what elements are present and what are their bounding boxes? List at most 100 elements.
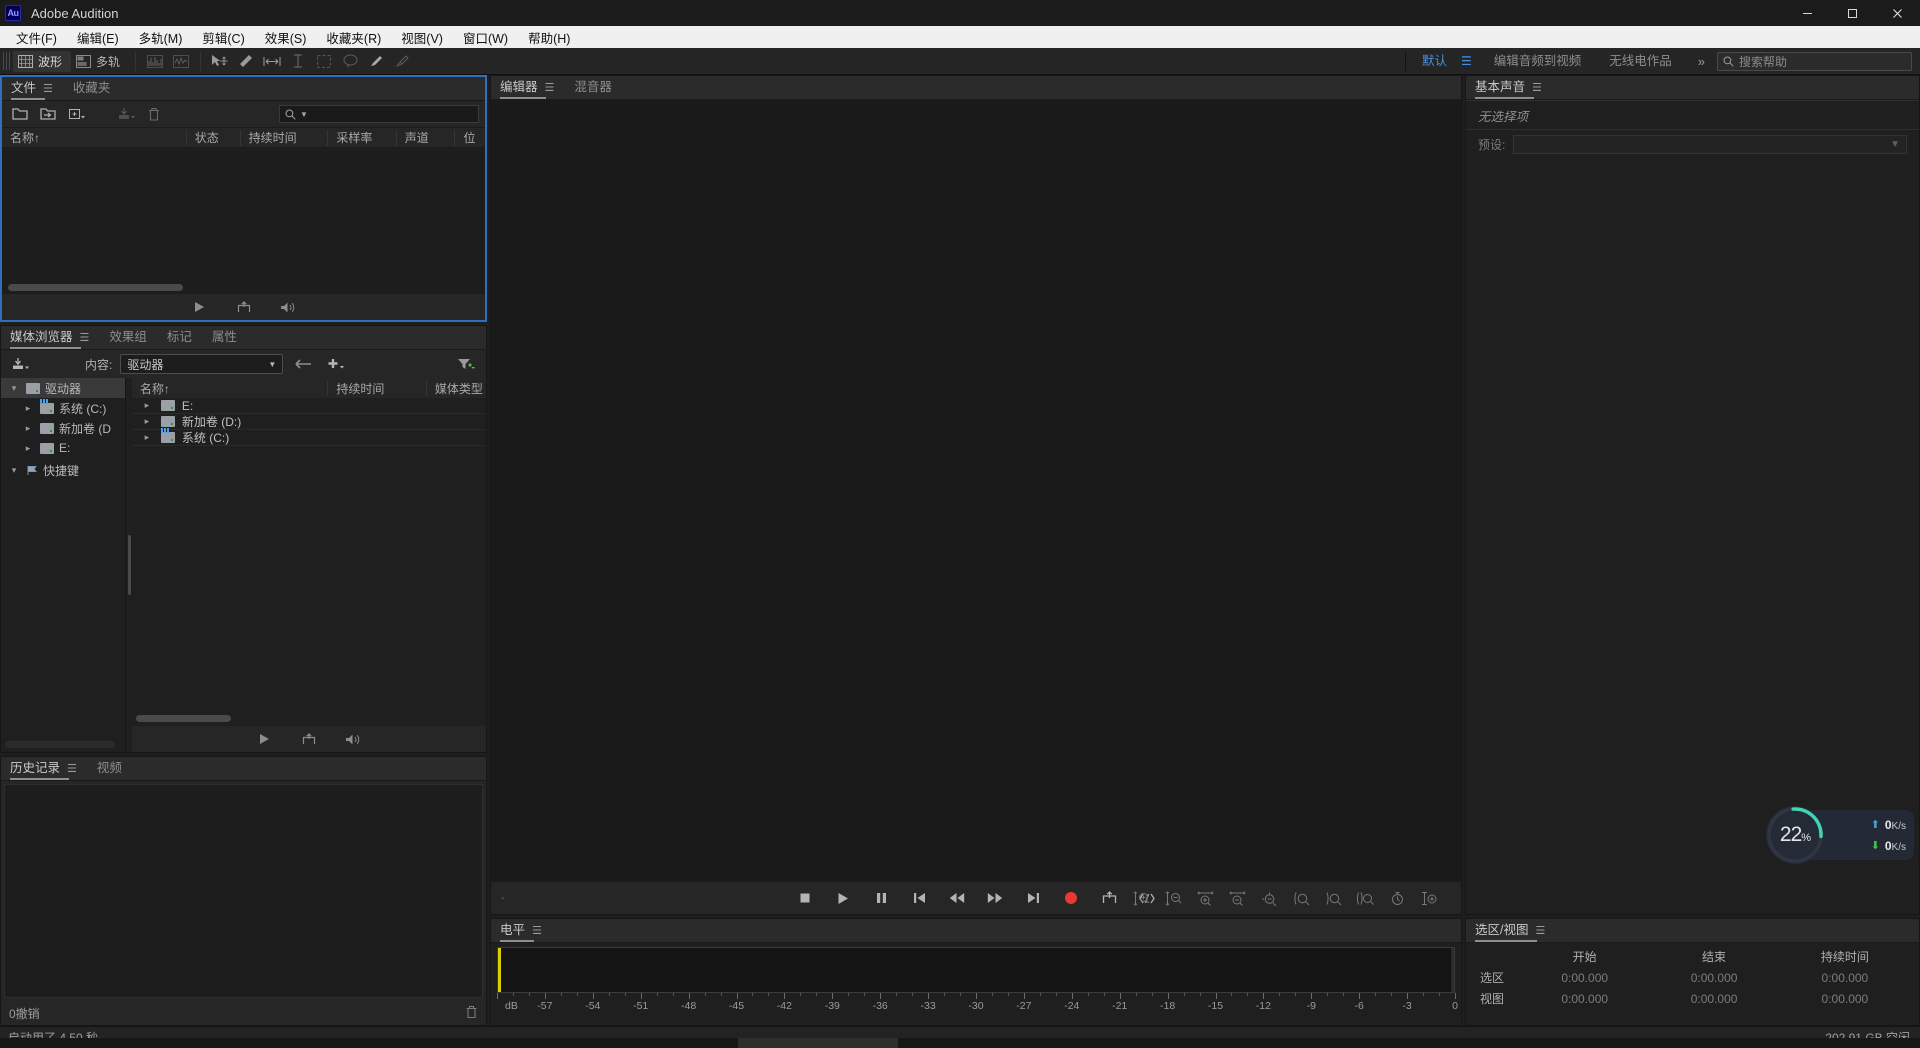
zoom-in-amplitude-icon[interactable] <box>1131 888 1151 908</box>
zoom-vertical-icon[interactable] <box>1419 888 1439 908</box>
editor-canvas[interactable] <box>491 100 1461 881</box>
zoom-to-selection-in-icon[interactable] <box>1291 888 1311 908</box>
selection-duration-value[interactable]: 0:00.000 <box>1779 967 1911 988</box>
history-list[interactable] <box>4 784 483 998</box>
zoom-to-selection-icon[interactable] <box>1355 888 1375 908</box>
performance-overlay[interactable]: 22% ⬆ 0K/s ⬇ 0K/s <box>1766 804 1914 866</box>
stop-button[interactable] <box>795 888 815 908</box>
chevron-right-icon[interactable]: ▸ <box>21 403 35 414</box>
taskbar-active-item[interactable] <box>738 1038 898 1048</box>
chevron-right-icon[interactable]: ▸ <box>140 400 154 411</box>
column-name[interactable]: 名称↑ <box>2 130 187 146</box>
tab-effects-rack[interactable]: 效果组 <box>109 326 153 349</box>
content-select[interactable]: 驱动器 ▼ <box>120 354 283 374</box>
chevron-right-icon[interactable]: ▸ <box>21 443 35 454</box>
move-tool-icon[interactable] <box>207 51 233 72</box>
maximize-button[interactable] <box>1830 0 1875 26</box>
tree-horizontal-scrollbar[interactable] <box>5 741 115 748</box>
tab-favorites[interactable]: 收藏夹 <box>73 77 117 100</box>
fast-forward-button[interactable] <box>985 888 1005 908</box>
menu-edit[interactable]: 编辑(E) <box>67 27 129 47</box>
help-search-input[interactable]: 搜索帮助 <box>1717 52 1912 71</box>
tab-properties[interactable]: 属性 <box>212 326 243 349</box>
view-start-value[interactable]: 0:00.000 <box>1520 988 1649 1009</box>
tab-markers[interactable]: 标记 <box>167 326 198 349</box>
import-media-icon[interactable] <box>9 354 33 374</box>
tab-selection-view[interactable]: 选区/视图 ☰ <box>1475 919 1551 942</box>
tab-files[interactable]: 文件 ☰ <box>11 77 59 100</box>
files-loop-button[interactable] <box>234 297 254 317</box>
menu-effects[interactable]: 效果(S) <box>255 27 317 47</box>
slip-tool-icon[interactable] <box>259 51 285 72</box>
tab-history[interactable]: 历史记录 ☰ <box>10 757 83 780</box>
marquee-selection-tool-icon[interactable] <box>311 51 337 72</box>
files-search-input[interactable]: ▼ <box>279 105 479 123</box>
column-duration[interactable]: 持续时间 <box>328 380 426 396</box>
files-play-button[interactable] <box>190 297 210 317</box>
spot-healing-brush-icon[interactable] <box>389 51 415 72</box>
list-item[interactable]: ▸ 系统 (C:) <box>132 430 486 446</box>
column-bit-depth[interactable]: 位 <box>455 130 485 146</box>
media-horizontal-scrollbar[interactable] <box>136 715 231 722</box>
files-volume-button[interactable] <box>278 297 298 317</box>
selection-view-menu-icon[interactable]: ☰ <box>1535 924 1545 938</box>
close-button[interactable] <box>1875 0 1920 26</box>
zoom-in-time-icon[interactable] <box>1195 888 1215 908</box>
delete-file-icon[interactable] <box>142 104 166 124</box>
files-horizontal-scrollbar[interactable] <box>8 284 183 291</box>
column-name[interactable]: 名称↑ <box>132 380 329 396</box>
menu-help[interactable]: 帮助(H) <box>518 27 580 47</box>
column-channels[interactable]: 声道 <box>397 130 456 146</box>
menu-favorites[interactable]: 收藏夹(R) <box>316 27 391 47</box>
new-file-icon[interactable] <box>64 104 88 124</box>
chevron-down-icon[interactable]: ▾ <box>7 465 21 476</box>
waveform-mode-button[interactable]: 波形 <box>13 51 71 72</box>
chevron-down-icon[interactable]: ▾ <box>7 383 21 394</box>
view-end-value[interactable]: 0:00.000 <box>1649 988 1778 1009</box>
media-volume-button[interactable] <box>343 729 363 749</box>
files-panel-menu-icon[interactable]: ☰ <box>43 82 53 96</box>
toolbar-grip[interactable] <box>3 52 11 70</box>
search-dropdown-arrow[interactable]: ▼ <box>300 110 308 119</box>
menu-multitrack[interactable]: 多轨(M) <box>129 27 193 47</box>
menu-clip[interactable]: 剪辑(C) <box>192 27 254 47</box>
menu-view[interactable]: 视图(V) <box>391 27 453 47</box>
tab-media-browser[interactable]: 媒体浏览器 ☰ <box>10 326 95 349</box>
multitrack-mode-button[interactable]: 多轨 <box>71 51 129 72</box>
selection-end-value[interactable]: 0:00.000 <box>1649 967 1778 988</box>
tree-item-shortcuts[interactable]: ▾ 快捷键 <box>1 460 125 480</box>
minimize-button[interactable] <box>1785 0 1830 26</box>
column-status[interactable]: 状态 <box>187 130 241 146</box>
levels-panel-menu-icon[interactable]: ☰ <box>532 924 542 938</box>
column-media-type[interactable]: 媒体类型 <box>427 380 486 396</box>
column-duration[interactable]: 持续时间 <box>241 130 329 146</box>
chevron-right-icon[interactable]: ▸ <box>140 416 154 427</box>
editor-panel-menu-icon[interactable]: ☰ <box>545 81 555 95</box>
record-button[interactable] <box>1061 888 1081 908</box>
chevron-right-icon[interactable]: ▸ <box>140 432 154 443</box>
clear-history-icon[interactable] <box>465 1005 478 1022</box>
filter-media-icon[interactable] <box>454 354 478 374</box>
tab-essential-sound[interactable]: 基本声音 ☰ <box>1475 76 1548 99</box>
paintbrush-selection-tool-icon[interactable] <box>363 51 389 72</box>
skip-to-end-button[interactable] <box>1023 888 1043 908</box>
tree-item-drives[interactable]: ▾ 驱动器 <box>1 378 125 398</box>
media-play-button[interactable] <box>255 729 275 749</box>
import-file-icon[interactable] <box>36 104 60 124</box>
list-item[interactable]: ▸ E: <box>132 398 486 414</box>
lasso-selection-tool-icon[interactable] <box>337 51 363 72</box>
zoom-out-full-icon[interactable] <box>1259 888 1279 908</box>
files-list[interactable] <box>2 147 485 294</box>
workspace-edit-audio-to-video[interactable]: 编辑音频到视频 <box>1480 48 1596 75</box>
menu-file[interactable]: 文件(F) <box>6 27 67 47</box>
workspace-more-button[interactable]: » <box>1686 54 1717 69</box>
loop-button[interactable] <box>1099 888 1119 908</box>
zoom-to-selection-out-icon[interactable] <box>1323 888 1343 908</box>
selection-start-value[interactable]: 0:00.000 <box>1520 967 1649 988</box>
tab-editor[interactable]: 编辑器 ☰ <box>500 76 560 99</box>
menu-window[interactable]: 窗口(W) <box>453 27 518 47</box>
tab-mixer[interactable]: 混音器 <box>574 76 618 99</box>
media-browser-tree[interactable]: ▾ 驱动器 ▸ 系统 (C:) ▸ 新加卷 (D <box>1 378 126 752</box>
media-panel-menu-icon[interactable]: ☰ <box>80 331 90 345</box>
workspace-radio-production[interactable]: 无线电作品 <box>1595 48 1686 75</box>
